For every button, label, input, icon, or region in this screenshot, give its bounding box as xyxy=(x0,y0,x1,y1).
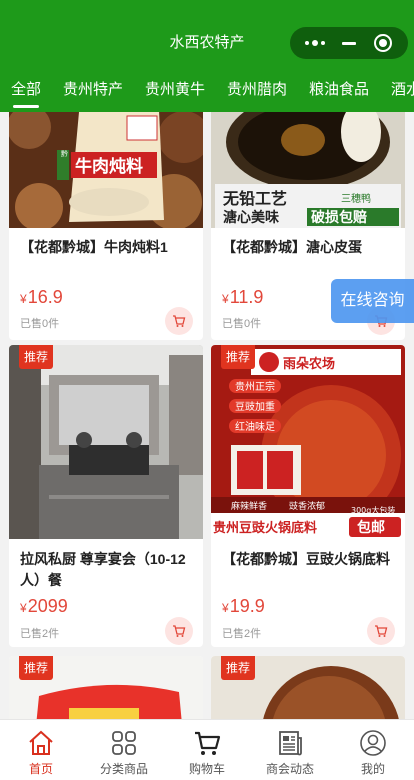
tabbar-label: 首页 xyxy=(28,762,53,776)
svg-text:黔: 黔 xyxy=(61,149,68,158)
newspaper-icon xyxy=(279,731,302,756)
target-circle-icon[interactable] xyxy=(368,31,398,55)
product-sold-count: 已售0件 xyxy=(20,318,60,330)
add-to-cart-button[interactable] xyxy=(367,617,395,645)
tabbar-label: 购物车 xyxy=(188,762,225,776)
more-dots-icon[interactable] xyxy=(300,31,330,55)
product-name[interactable]: 【花都黔城】溏心皮蛋 xyxy=(222,237,397,258)
product-image-text: 无铅工艺 xyxy=(222,189,287,208)
cart-icon xyxy=(195,731,221,755)
add-to-cart-button[interactable] xyxy=(165,307,193,335)
app-header: 水西农特产 全部 贵州特产 贵州黄牛 贵州腊肉 粮油食品 酒水 xyxy=(0,0,414,112)
product-image-text: 麻辣鲜香 xyxy=(231,500,267,512)
cart-icon xyxy=(375,625,388,637)
product-image[interactable] xyxy=(9,345,203,539)
cart-icon xyxy=(173,625,186,637)
tabbar-label: 分类商品 xyxy=(99,762,148,776)
bottom-tabbar: 首页 分类商品 购物车 商会动态 我的 xyxy=(0,719,414,780)
mini-program-capsule xyxy=(290,27,408,59)
product-name[interactable]: 拉风私厨 尊享宴会（10-12人）餐 xyxy=(20,549,195,591)
product-image[interactable]: 黔 牛肉炖料 xyxy=(9,92,203,231)
product-name[interactable]: 【花都黔城】牛肉炖料1 xyxy=(20,237,195,258)
minus-icon[interactable] xyxy=(334,31,364,55)
product-price: ¥16.9 xyxy=(20,287,63,307)
product-card[interactable]: 推荐 雨朵农场 贵州正宗 豆豉加重 红油味足 麻辣鲜香 豉香浓郁 贵州豆豉火锅底… xyxy=(211,345,405,647)
product-image[interactable]: 雨朵农场 贵州正宗 豆豉加重 红油味足 麻辣鲜香 豉香浓郁 贵州豆豉火锅底料 3… xyxy=(211,345,405,539)
tab-guizhou-cattle[interactable]: 贵州黄牛 xyxy=(145,78,205,112)
tabbar-item-home[interactable]: 首页 xyxy=(0,720,82,780)
product-price: ¥2099 xyxy=(20,596,68,616)
grid-icon xyxy=(112,731,136,755)
tabbar-label: 商会动态 xyxy=(265,762,314,776)
home-icon xyxy=(29,730,53,755)
product-image-text: 贵州正宗 xyxy=(235,380,275,393)
tab-guizhou-bacon[interactable]: 贵州腊肉 xyxy=(227,78,287,112)
recommend-badge: 推荐 xyxy=(221,656,256,680)
recommend-badge: 推荐 xyxy=(221,345,256,369)
product-price: ¥11.9 xyxy=(222,287,264,307)
product-image-text: 牛肉炖料 xyxy=(75,156,143,177)
product-image-text: 贵州豆豉火锅底料 xyxy=(213,520,317,536)
product-image-text: 破损包赔 xyxy=(311,209,367,226)
tab-grain-oil[interactable]: 粮油食品 xyxy=(309,78,369,112)
product-image-text: 包邮 xyxy=(357,519,385,536)
product-sold-count: 已售2件 xyxy=(222,628,262,640)
cart-icon xyxy=(173,315,186,327)
add-to-cart-button[interactable] xyxy=(165,617,193,645)
tab-all[interactable]: 全部 xyxy=(11,78,41,112)
product-image-text: 雨朵农场 xyxy=(283,356,335,372)
product-image-text: 豉香浓郁 xyxy=(289,500,325,512)
product-image-text: 红油味足 xyxy=(235,420,275,433)
tabbar-item-cart[interactable]: 购物车 xyxy=(166,720,248,780)
product-name[interactable]: 【花都黔城】豆豉火锅底料 xyxy=(222,549,397,570)
recommend-badge: 推荐 xyxy=(19,345,54,369)
product-image[interactable]: 无铅工艺 三穗鸭 溏心美味 破损包赔 xyxy=(211,92,405,228)
product-image-text: 三穗鸭 xyxy=(341,192,371,205)
product-sold-count: 已售0件 xyxy=(222,318,262,330)
tabbar-item-profile[interactable]: 我的 xyxy=(332,720,414,780)
product-image-text: 溏心美味 xyxy=(223,209,279,226)
product-sold-count: 已售2件 xyxy=(20,628,60,640)
tabbar-item-news[interactable]: 商会动态 xyxy=(249,720,331,780)
product-card[interactable]: 推荐 拉风私厨 尊享宴会（10-12人）餐 ¥2099 已售2件 xyxy=(9,345,203,647)
recommend-badge: 推荐 xyxy=(19,656,54,680)
product-card[interactable]: 黔 牛肉炖料 【花都黔城】牛肉炖料1 ¥16.9 已售0件 xyxy=(9,92,203,340)
tab-liquor[interactable]: 酒水 xyxy=(391,78,414,112)
product-image-text: 豆豉加重 xyxy=(235,400,275,413)
online-consult-button[interactable]: 在线咨询 xyxy=(331,279,414,323)
user-icon xyxy=(360,730,386,756)
tabbar-item-category[interactable]: 分类商品 xyxy=(83,720,165,780)
product-image-text: 300g大包装 xyxy=(351,505,395,515)
tab-guizhou-specialty[interactable]: 贵州特产 xyxy=(63,78,123,112)
product-price: ¥19.9 xyxy=(222,596,265,616)
tabbar-label: 我的 xyxy=(360,762,385,776)
